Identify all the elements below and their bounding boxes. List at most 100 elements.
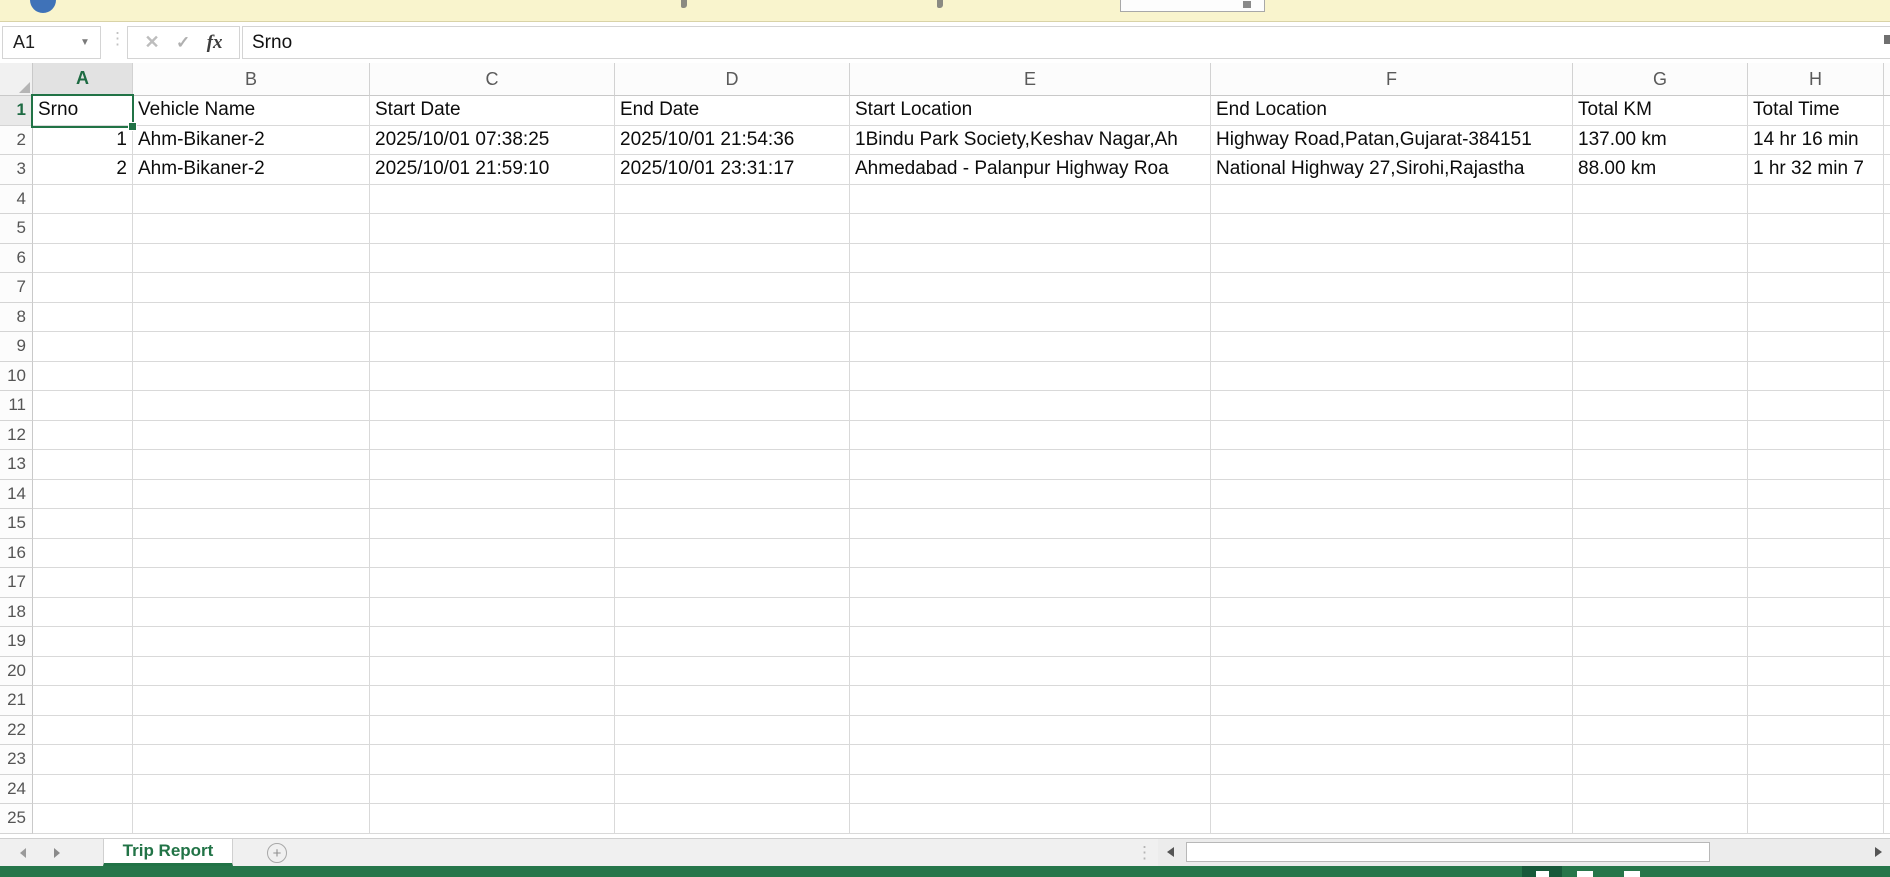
cell-D1[interactable]: End Date xyxy=(615,96,850,126)
cell-H24[interactable] xyxy=(1748,775,1884,805)
cell-H6[interactable] xyxy=(1748,244,1884,274)
cell-F24[interactable] xyxy=(1211,775,1573,805)
cell-A10[interactable] xyxy=(33,362,133,392)
cell-F18[interactable] xyxy=(1211,598,1573,628)
column-header-H[interactable]: H xyxy=(1748,63,1884,96)
scroll-right-icon[interactable] xyxy=(1875,847,1882,857)
add-sheet-button[interactable]: + xyxy=(267,843,287,863)
cell-B18[interactable] xyxy=(133,598,370,628)
cell-C7[interactable] xyxy=(370,273,615,303)
cell-G24[interactable] xyxy=(1573,775,1748,805)
cell-B1[interactable]: Vehicle Name xyxy=(133,96,370,126)
cell-F7[interactable] xyxy=(1211,273,1573,303)
cell-E9[interactable] xyxy=(850,332,1211,362)
row-header-15[interactable]: 15 xyxy=(0,509,33,539)
row-header-22[interactable]: 22 xyxy=(0,716,33,746)
cell-H16[interactable] xyxy=(1748,539,1884,569)
cell-E25[interactable] xyxy=(850,804,1211,834)
cell-H4[interactable] xyxy=(1748,185,1884,215)
horizontal-scrollbar-thumb[interactable] xyxy=(1186,842,1710,862)
cell-H3[interactable]: 1 hr 32 min 7 xyxy=(1748,155,1884,185)
cell-E10[interactable] xyxy=(850,362,1211,392)
cell-H13[interactable] xyxy=(1748,450,1884,480)
row-header-9[interactable]: 9 xyxy=(0,332,33,362)
cell-E15[interactable] xyxy=(850,509,1211,539)
cell-D4[interactable] xyxy=(615,185,850,215)
row-header-7[interactable]: 7 xyxy=(0,273,33,303)
cell-D6[interactable] xyxy=(615,244,850,274)
cell-B23[interactable] xyxy=(133,745,370,775)
cell-partial-23[interactable] xyxy=(1884,745,1890,775)
cell-C25[interactable] xyxy=(370,804,615,834)
cell-C24[interactable] xyxy=(370,775,615,805)
cell-C15[interactable] xyxy=(370,509,615,539)
cell-D20[interactable] xyxy=(615,657,850,687)
row-header-18[interactable]: 18 xyxy=(0,598,33,628)
cell-H20[interactable] xyxy=(1748,657,1884,687)
cell-F16[interactable] xyxy=(1211,539,1573,569)
cell-G20[interactable] xyxy=(1573,657,1748,687)
cell-C9[interactable] xyxy=(370,332,615,362)
cell-B25[interactable] xyxy=(133,804,370,834)
cell-E2[interactable]: 1Bindu Park Society,Keshav Nagar,Ah xyxy=(850,126,1211,156)
cell-H18[interactable] xyxy=(1748,598,1884,628)
cell-D3[interactable]: 2025/10/01 23:31:17 xyxy=(615,155,850,185)
cell-E6[interactable] xyxy=(850,244,1211,274)
cell-C14[interactable] xyxy=(370,480,615,510)
cell-C8[interactable] xyxy=(370,303,615,333)
cell-partial-16[interactable] xyxy=(1884,539,1890,569)
row-header-1[interactable]: 1 xyxy=(0,96,33,126)
formula-bar-expand-icon[interactable] xyxy=(1884,35,1890,44)
cell-partial-20[interactable] xyxy=(1884,657,1890,687)
cell-A1[interactable]: Srno xyxy=(33,96,133,126)
cell-B9[interactable] xyxy=(133,332,370,362)
cell-C1[interactable]: Start Date xyxy=(370,96,615,126)
cell-D11[interactable] xyxy=(615,391,850,421)
cell-C11[interactable] xyxy=(370,391,615,421)
cell-B12[interactable] xyxy=(133,421,370,451)
cell-G11[interactable] xyxy=(1573,391,1748,421)
cell-B11[interactable] xyxy=(133,391,370,421)
scroll-left-icon[interactable] xyxy=(1167,847,1174,857)
cell-partial-14[interactable] xyxy=(1884,480,1890,510)
cell-B22[interactable] xyxy=(133,716,370,746)
cell-C5[interactable] xyxy=(370,214,615,244)
select-all-corner[interactable] xyxy=(0,63,33,96)
cancel-icon[interactable]: ✕ xyxy=(144,32,159,53)
cell-H2[interactable]: 14 hr 16 min xyxy=(1748,126,1884,156)
view-page-break-button[interactable] xyxy=(1624,871,1640,877)
cell-E13[interactable] xyxy=(850,450,1211,480)
cell-F3[interactable]: National Highway 27,Sirohi,Rajastha xyxy=(1211,155,1573,185)
cell-F11[interactable] xyxy=(1211,391,1573,421)
cell-E4[interactable] xyxy=(850,185,1211,215)
cell-A13[interactable] xyxy=(33,450,133,480)
row-header-8[interactable]: 8 xyxy=(0,303,33,333)
cell-B20[interactable] xyxy=(133,657,370,687)
cell-F12[interactable] xyxy=(1211,421,1573,451)
cell-F13[interactable] xyxy=(1211,450,1573,480)
row-header-2[interactable]: 2 xyxy=(0,126,33,156)
row-header-16[interactable]: 16 xyxy=(0,539,33,569)
cell-E1[interactable]: Start Location xyxy=(850,96,1211,126)
cell-partial-9[interactable] xyxy=(1884,332,1890,362)
cell-A8[interactable] xyxy=(33,303,133,333)
cell-partial-18[interactable] xyxy=(1884,598,1890,628)
cell-H17[interactable] xyxy=(1748,568,1884,598)
cell-H23[interactable] xyxy=(1748,745,1884,775)
cell-C2[interactable]: 2025/10/01 07:38:25 xyxy=(370,126,615,156)
cell-G15[interactable] xyxy=(1573,509,1748,539)
cell-H7[interactable] xyxy=(1748,273,1884,303)
row-header-3[interactable]: 3 xyxy=(0,155,33,185)
row-header-19[interactable]: 19 xyxy=(0,627,33,657)
cell-B6[interactable] xyxy=(133,244,370,274)
cell-B21[interactable] xyxy=(133,686,370,716)
cell-H8[interactable] xyxy=(1748,303,1884,333)
cell-partial-17[interactable] xyxy=(1884,568,1890,598)
cell-partial-19[interactable] xyxy=(1884,627,1890,657)
cell-G4[interactable] xyxy=(1573,185,1748,215)
tab-bar-grip[interactable]: ⋮ xyxy=(1136,843,1153,863)
cell-E23[interactable] xyxy=(850,745,1211,775)
cell-C16[interactable] xyxy=(370,539,615,569)
cell-G7[interactable] xyxy=(1573,273,1748,303)
cell-G19[interactable] xyxy=(1573,627,1748,657)
